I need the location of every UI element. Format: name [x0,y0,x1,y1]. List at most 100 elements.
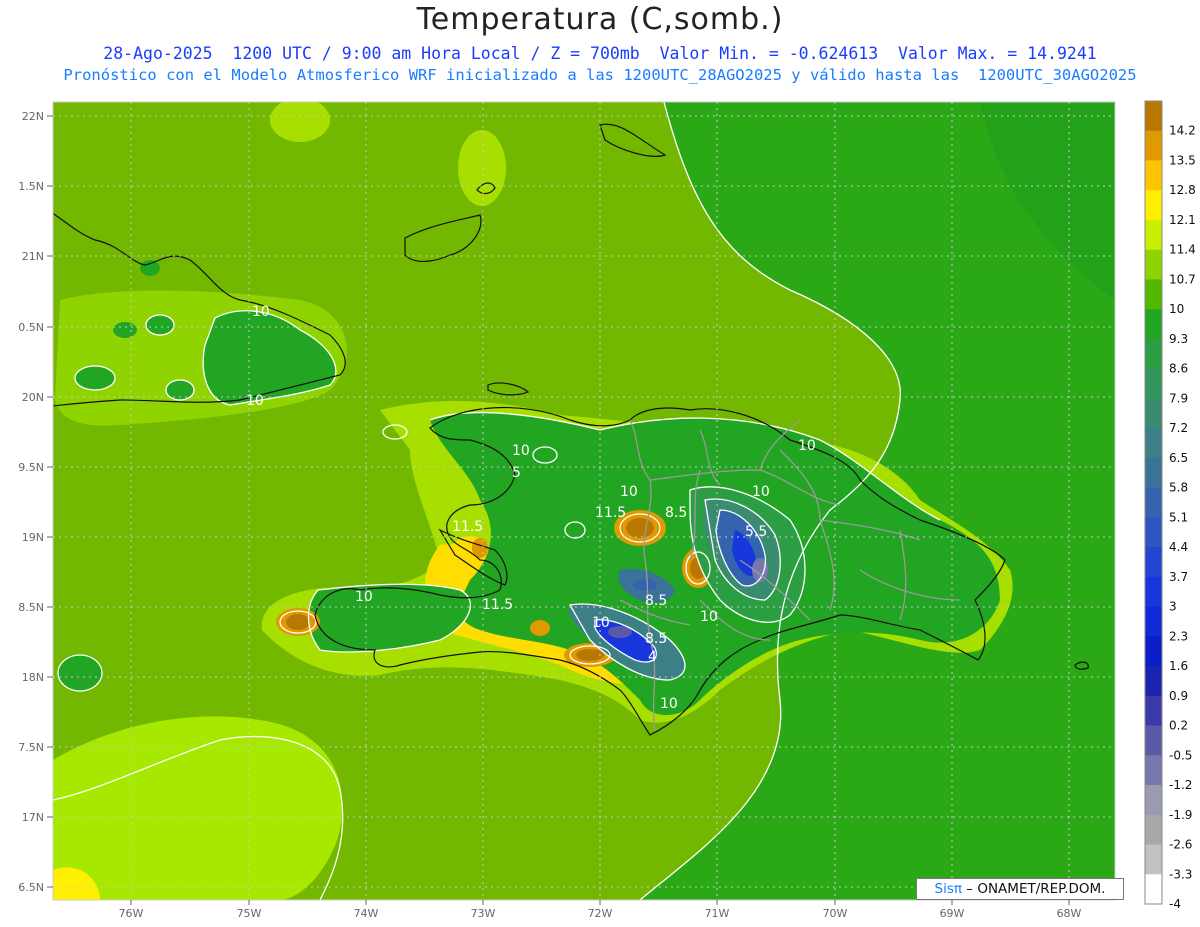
y-tick-label: 22N [22,110,44,123]
colorbar-swatch [1145,606,1162,637]
colorbar-swatch [1145,576,1162,608]
colorbar-label: -0.5 [1169,748,1192,762]
x-tick-label: 74W [354,907,379,920]
colorbar-swatch [1145,844,1162,875]
x-axis: 76W 75W 74W 73W 72W 71W 70W 69W 68W [119,900,1082,920]
contour-label: 10 [752,484,770,500]
colorbar-swatch [1145,398,1162,429]
credit-brand: Sisπ [934,881,962,897]
colorbar-swatch [1145,249,1162,280]
colorbar-label: 11.4 [1169,243,1196,257]
contour-label: 10 [592,615,610,631]
colorbar-label: 0.9 [1169,689,1188,703]
colorbar-label: 8.6 [1169,362,1188,376]
contour-label: 11.5 [452,519,483,535]
colorbar-swatch [1145,695,1162,727]
colorbar-label: -1.9 [1169,808,1192,822]
x-tick-label: 71W [705,907,730,920]
contour-label: 10 [660,696,678,712]
colorbar-label: 10.7 [1169,272,1196,286]
temperature-map: 10 10 10 10 10 10 10 10 10 10 5 11.5 11.… [18,100,1196,920]
colorbar-label: 4.4 [1169,540,1188,554]
colorbar-label: 2.3 [1169,629,1188,643]
colorbar-label: 12.1 [1169,213,1196,227]
colorbar-swatch [1145,130,1162,161]
contour-label: 10 [620,484,638,500]
colorbar-label: 13.5 [1169,153,1196,167]
credit-text: – ONAMET/REP.DOM. [962,881,1106,897]
y-tick-label: 0.5N [18,321,44,334]
y-tick-label: 8.5N [18,601,44,614]
colorbar-label: 9.3 [1169,332,1188,346]
colorbar-swatch [1145,428,1162,459]
colorbar-swatch [1145,814,1162,846]
colorbar-label: 14.2 [1169,124,1196,138]
contour-label: 10 [798,438,816,454]
y-tick-label: 21N [22,250,44,263]
x-tick-label: 68W [1057,907,1082,920]
x-tick-label: 75W [237,907,262,920]
colorbar-label: 3.7 [1169,570,1188,584]
colorbar-swatch [1145,190,1162,221]
contour-label: 10 [355,589,373,605]
colorbar-swatch [1145,785,1162,816]
contour-label: 10 [700,609,718,625]
colorbar-swatch [1145,487,1162,518]
contour-label: 8.5 [645,631,667,647]
credit-box: Sisπ – ONAMET/REP.DOM. [916,878,1124,900]
contour-label: 10 [512,443,530,459]
x-tick-label: 70W [823,907,848,920]
contour-label: 10 [252,304,270,320]
contour-label: 10 [246,393,264,409]
colorbar-label: 5.8 [1169,481,1188,495]
y-tick-label: 17N [22,811,44,824]
contour-label: 8.5 [665,505,687,521]
y-tick-label: 18N [22,671,44,684]
colorbar-swatch [1145,279,1162,310]
y-tick-label: 9.5N [18,461,44,474]
contour-label: 8.5 [645,593,667,609]
contour-label: 5.5 [745,524,767,540]
contour-label: 4 [648,649,657,665]
contour-label: 11.5 [482,597,513,613]
x-tick-label: 76W [119,907,144,920]
colorbar-label: 12.8 [1169,183,1196,197]
y-axis: 22N 1.5N 21N 0.5N 20N 9.5N 19N 8.5N 18N … [18,110,53,894]
y-tick-label: 7.5N [18,741,44,754]
contour-label: 11.5 [595,505,626,521]
colorbar-label: -2.6 [1169,838,1192,852]
colorbar-swatch [1145,636,1162,667]
colorbar-label: 0.2 [1169,719,1188,733]
contour-label: 5 [512,465,521,481]
x-tick-label: 69W [940,907,965,920]
colorbar-label: 7.9 [1169,391,1188,405]
colorbar-swatch [1145,457,1162,489]
x-tick-label: 72W [588,907,613,920]
colorbar-swatch [1145,160,1162,191]
temperature-field [53,102,1115,900]
x-tick-label: 73W [471,907,496,920]
colorbar-label: 5.1 [1169,510,1188,524]
colorbar-swatch [1145,547,1162,578]
colorbar-label: 3 [1169,600,1177,614]
colorbar-swatch [1145,309,1162,340]
colorbar-swatch [1145,368,1162,399]
colorbar-swatch [1145,517,1162,548]
colorbar-swatch [1145,219,1162,251]
colorbar-label: 7.2 [1169,421,1188,435]
y-tick-label: 1.5N [18,180,44,193]
y-tick-label: 19N [22,531,44,544]
colorbar-label: -3.3 [1169,867,1192,881]
colorbar-swatch [1145,874,1162,905]
colorbar-swatch [1145,725,1162,756]
colorbar-swatch [1145,755,1162,786]
y-tick-label: 6.5N [18,881,44,894]
colorbar-swatch [1145,666,1162,697]
colorbar-label: 1.6 [1169,659,1188,673]
colorbar-swatch [1145,338,1162,370]
colorbar-label: 6.5 [1169,451,1188,465]
colorbar-label: -4 [1169,897,1181,911]
colorbar: 14.2 13.5 12.8 12.1 11.4 10.7 10 9.3 8.6 7.9 7.2 6.… [1144,100,1196,911]
colorbar-swatch [1145,101,1162,132]
colorbar-label: -1.2 [1169,778,1192,792]
